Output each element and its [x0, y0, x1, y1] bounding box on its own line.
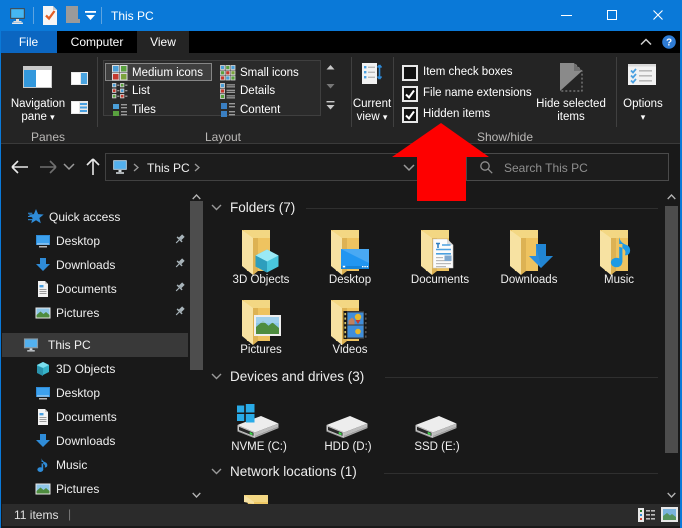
svg-text:?: ? [666, 38, 672, 49]
